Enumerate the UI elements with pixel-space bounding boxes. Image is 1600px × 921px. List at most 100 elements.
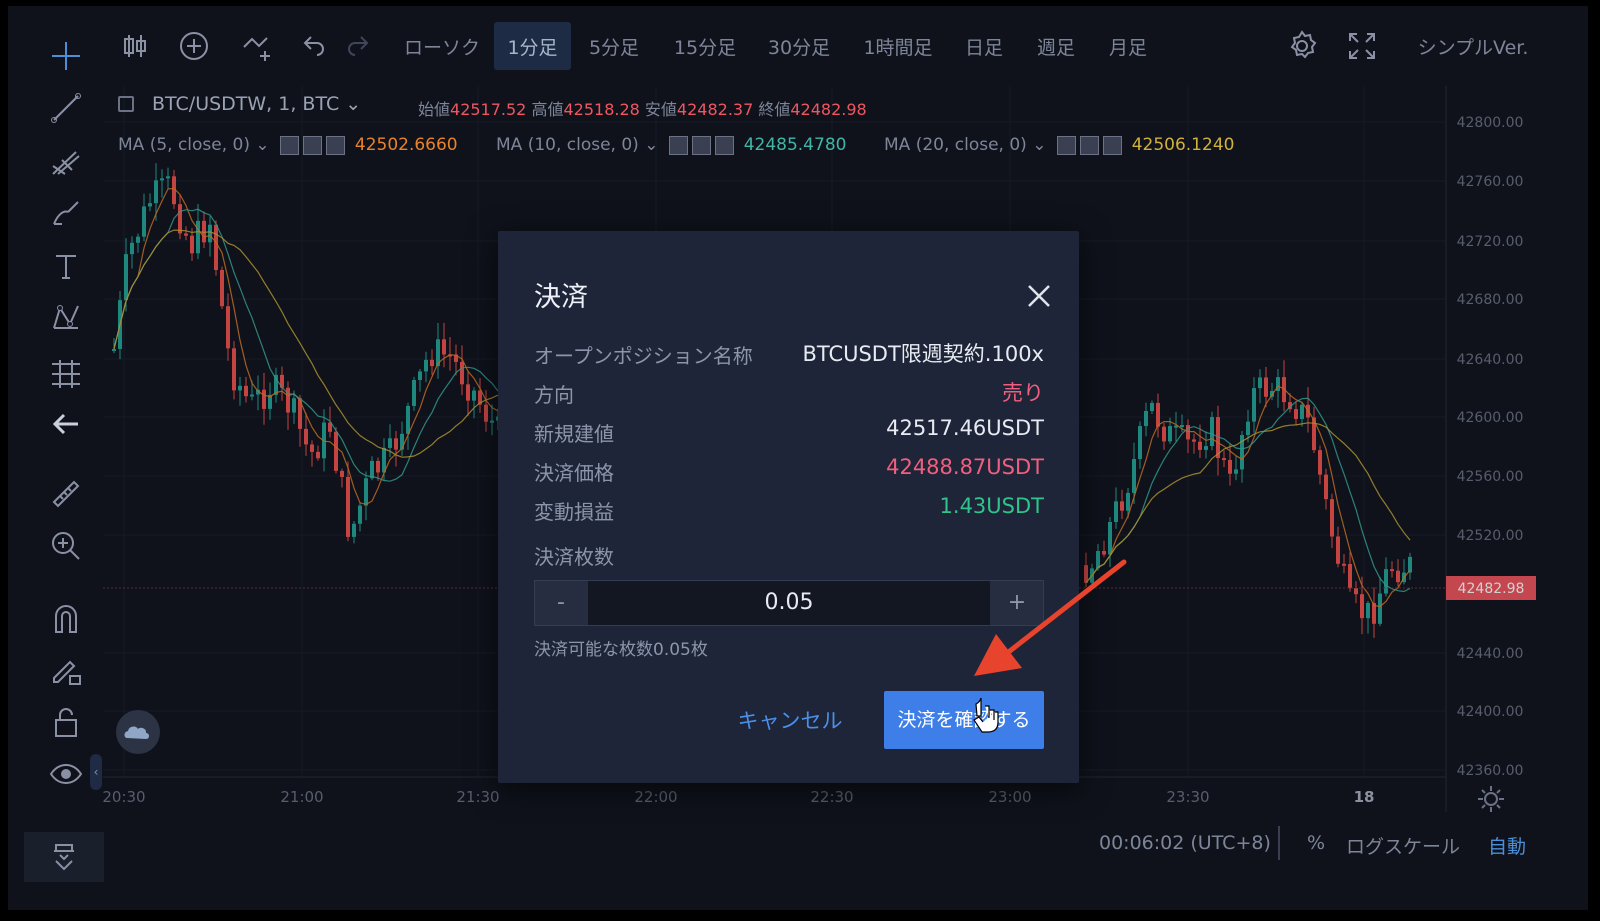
magnet-icon[interactable] xyxy=(44,596,88,640)
simple-version-toggle[interactable]: シンプルVer. xyxy=(1398,22,1548,70)
indicator-bars-icon[interactable] xyxy=(116,22,156,70)
pitchfork-icon[interactable] xyxy=(44,140,88,184)
y-tick-label: 42680.00 xyxy=(1457,292,1524,308)
confirm-settlement-button[interactable]: 決済を確認する xyxy=(884,691,1044,749)
fullscreen-icon[interactable] xyxy=(1340,22,1384,70)
tab-15min[interactable]: 15分足 xyxy=(664,22,746,70)
candle-body xyxy=(358,505,362,524)
tab-30min[interactable]: 30分足 xyxy=(758,22,840,70)
tab-5min[interactable]: 5分足 xyxy=(578,22,650,70)
candle-body xyxy=(472,390,476,401)
tab-1hour[interactable]: 1時間足 xyxy=(853,22,943,70)
drawing-toolbar: ‹ xyxy=(8,6,160,910)
y-tick-label: 42800.00 xyxy=(1457,115,1524,131)
settlement-dialog: 決済 オープンポジション名称 BTCUSDT限週契約.100x 方向 売り 新規建値… xyxy=(498,231,1079,783)
candle-body xyxy=(346,476,350,537)
last-price-marker: 42482.98 xyxy=(1446,576,1536,600)
candle-body xyxy=(304,428,308,445)
increment-button[interactable]: + xyxy=(991,581,1043,625)
trading-app: 42800.00 42760.00 42720.00 42680.00 42640.00… xyxy=(8,6,1588,910)
candle-body xyxy=(244,385,248,397)
ma10-indicator[interactable]: MA (10, close, 0) ⌄ 42485.4780 xyxy=(496,135,846,155)
candle-body xyxy=(1150,402,1154,412)
candle-body xyxy=(376,460,380,473)
collapse-toolbar-handle[interactable]: ‹ xyxy=(90,754,102,790)
ruler-icon[interactable] xyxy=(44,472,88,516)
candle-body xyxy=(364,478,368,506)
candle-body xyxy=(178,204,182,234)
trend-line-icon[interactable] xyxy=(44,86,88,130)
candle-body xyxy=(190,235,194,254)
candle-body xyxy=(1144,411,1148,427)
candle-body xyxy=(484,404,488,422)
compare-icon[interactable] xyxy=(234,22,282,70)
candle-body xyxy=(1102,550,1106,555)
quantity-label: 決済枚数 xyxy=(534,545,614,569)
pnl-row: 変動損益 1.43USDT xyxy=(534,494,1044,524)
brightness-icon[interactable] xyxy=(1476,784,1506,814)
lock-icon[interactable] xyxy=(44,700,88,744)
cancel-button[interactable]: キャンセル xyxy=(730,705,850,735)
candle-body xyxy=(1246,421,1250,436)
zoom-in-icon[interactable] xyxy=(44,524,88,568)
candle-body xyxy=(352,523,356,537)
legend-collapse-icon[interactable] xyxy=(118,96,134,117)
candle-body xyxy=(1234,469,1238,474)
quantity-input[interactable]: 0.05 xyxy=(588,581,990,625)
brush-icon[interactable] xyxy=(44,192,88,236)
candle-body xyxy=(394,438,398,450)
settings-gear-icon[interactable] xyxy=(1280,22,1324,70)
candle-body xyxy=(1114,501,1118,523)
tab-1min[interactable]: 1分足 xyxy=(494,22,571,70)
pattern-icon[interactable] xyxy=(44,296,88,340)
candle-body xyxy=(1300,404,1304,419)
candle-body xyxy=(418,371,422,380)
trash-icon[interactable] xyxy=(24,832,104,882)
percent-toggle[interactable]: % xyxy=(1307,832,1325,854)
tab-daily[interactable]: 日足 xyxy=(954,22,1014,70)
candle-body xyxy=(388,438,392,448)
tab-weekly[interactable]: 週足 xyxy=(1026,22,1086,70)
tab-monthly[interactable]: 月足 xyxy=(1098,22,1158,70)
back-arrow-icon[interactable] xyxy=(44,402,88,446)
candle-body xyxy=(1390,569,1394,572)
candle-body xyxy=(1366,603,1370,619)
cloud-icon[interactable] xyxy=(116,710,160,754)
close-icon[interactable] xyxy=(1022,279,1056,313)
symbol-title[interactable]: BTC/USDTW, 1, BTC ⌄ xyxy=(152,93,361,115)
candle-body xyxy=(292,398,296,413)
add-indicator-icon[interactable] xyxy=(172,22,216,70)
candle-body xyxy=(1258,377,1262,389)
candle-body xyxy=(1126,492,1130,511)
y-tick-label: 42600.00 xyxy=(1457,410,1524,426)
candle-body xyxy=(130,242,134,255)
prediction-icon[interactable] xyxy=(44,350,88,394)
clock-label: 00:06:02 (UTC+8) xyxy=(1099,832,1271,854)
candle-body xyxy=(208,224,212,243)
candle-body xyxy=(340,470,344,477)
available-quantity-note: 決済可能な枚数0.05枚 xyxy=(534,640,708,660)
bottom-status-bar: 00:06:02 (UTC+8) % ログスケール 自動 xyxy=(1068,824,1588,868)
candle-body xyxy=(1138,426,1142,460)
log-scale-toggle[interactable]: ログスケール xyxy=(1346,832,1460,859)
chart-type-button[interactable]: ローソク xyxy=(388,22,496,70)
candle-body xyxy=(1384,569,1388,594)
crosshair-icon[interactable] xyxy=(44,34,88,78)
candle-body xyxy=(148,203,152,207)
candle-body xyxy=(430,359,434,367)
y-tick-label: 42440.00 xyxy=(1457,646,1524,662)
candle-body xyxy=(220,270,224,307)
undo-icon[interactable] xyxy=(294,22,334,70)
candle-body xyxy=(1342,563,1346,566)
ma5-indicator[interactable]: MA (5, close, 0) ⌄ 42502.6660 xyxy=(118,135,458,155)
eye-icon[interactable] xyxy=(44,752,88,796)
decrement-button[interactable]: - xyxy=(535,581,587,625)
auto-scale-toggle[interactable]: 自動 xyxy=(1488,832,1526,859)
text-icon[interactable] xyxy=(44,244,88,288)
ma20-indicator[interactable]: MA (20, close, 0) ⌄ 42506.1240 xyxy=(884,135,1234,155)
position-name-row: オープンポジション名称 BTCUSDT限週契約.100x xyxy=(534,342,1044,368)
lock-drawing-icon[interactable] xyxy=(44,648,88,692)
candle-body xyxy=(112,348,116,351)
candle-body xyxy=(1162,426,1166,442)
redo-icon[interactable] xyxy=(338,22,378,70)
